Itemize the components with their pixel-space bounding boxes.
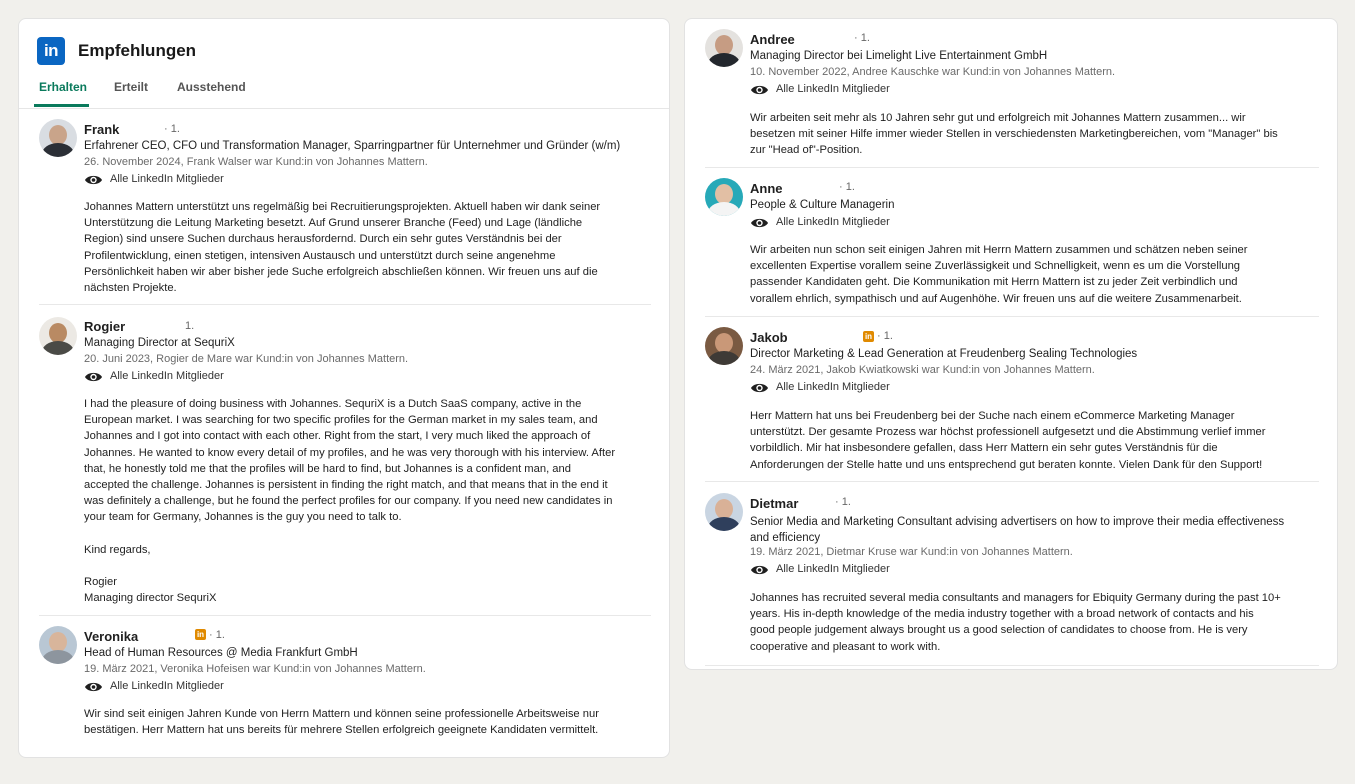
recommendation-text: Wir arbeiten seit mehr als 10 Jahren seh… [750, 112, 1278, 157]
visibility-label: Alle LinkedIn Mitglieder [110, 370, 224, 382]
recommendation-meta: 19. März 2021, Veronika Hofeisen war Kun… [84, 663, 426, 675]
recommender-headline: Erfahrener CEO, CFO und Transformation M… [84, 140, 621, 152]
avatar[interactable] [705, 178, 743, 216]
recommendation-meta: 19. März 2021, Dietmar Kruse war Kund:in… [750, 546, 1073, 558]
visibility-row[interactable]: Alle LinkedIn Mitglieder [750, 381, 950, 395]
visibility-label: Alle LinkedIn Mitglieder [776, 563, 890, 575]
active-tab-indicator [34, 104, 89, 107]
recommender-name[interactable]: Andree [750, 32, 795, 47]
eye-icon [751, 565, 768, 575]
recommendation-meta: 24. März 2021, Jakob Kwiatkowski war Kun… [750, 364, 1095, 376]
recommender-name[interactable]: Rogier [84, 319, 125, 334]
recommender-headline: Senior Media and Marketing Consultant ad… [750, 516, 1285, 544]
visibility-label: Alle LinkedIn Mitglieder [776, 216, 890, 228]
divider [705, 665, 1319, 666]
eye-icon [85, 682, 102, 692]
tab-pending[interactable]: Ausstehend [177, 80, 246, 94]
visibility-row[interactable]: Alle LinkedIn Mitglieder [84, 173, 284, 187]
recommendations-card-right: Andree · 1. Managing Director bei Limeli… [684, 18, 1338, 670]
visibility-row[interactable]: Alle LinkedIn Mitglieder [750, 83, 950, 97]
avatar[interactable] [705, 493, 743, 531]
avatar[interactable] [39, 626, 77, 664]
eye-icon [751, 85, 768, 95]
recommender-headline: People & Culture Managerin [750, 199, 895, 211]
recommender-headline: Managing Director bei Limelight Live Ent… [750, 50, 1048, 62]
eye-icon [85, 372, 102, 382]
visibility-label: Alle LinkedIn Mitglieder [776, 381, 890, 393]
visibility-label: Alle LinkedIn Mitglieder [110, 173, 224, 185]
linkedin-badge-icon: in [863, 331, 874, 342]
visibility-row[interactable]: Alle LinkedIn Mitglieder [750, 216, 950, 230]
eye-icon [85, 175, 102, 185]
recommender-headline: Managing Director at SequriX [84, 337, 235, 349]
tab-received[interactable]: Erhalten [39, 80, 87, 94]
connection-degree: · 1. [854, 32, 870, 44]
recommender-name[interactable]: Jakob [750, 330, 788, 345]
connection-degree: · 1. [164, 123, 180, 135]
visibility-row[interactable]: Alle LinkedIn Mitglieder [84, 370, 284, 384]
divider [705, 316, 1319, 317]
connection-degree: · 1. [209, 629, 225, 641]
recommender-name[interactable]: Anne [750, 181, 783, 196]
avatar[interactable] [705, 327, 743, 365]
eye-icon [751, 218, 768, 228]
recommendation-text: Wir arbeiten nun schon seit einigen Jahr… [750, 244, 1248, 305]
recommendation-meta: 20. Juni 2023, Rogier de Mare war Kund:i… [84, 353, 409, 365]
recommender-name[interactable]: Frank [84, 122, 119, 137]
avatar[interactable] [39, 317, 77, 355]
connection-degree: 1. [185, 320, 195, 332]
divider [705, 167, 1319, 168]
connection-degree: · 1. [835, 496, 851, 508]
divider [39, 304, 651, 305]
divider [705, 481, 1319, 482]
visibility-row[interactable]: Alle LinkedIn Mitglieder [84, 680, 284, 694]
visibility-row[interactable]: Alle LinkedIn Mitglieder [750, 563, 950, 577]
recommendation-text: Johannes has recruited several media con… [750, 592, 1281, 653]
linkedin-badge-icon: in [195, 629, 206, 640]
recommender-name[interactable]: Veronika [84, 629, 138, 644]
recommender-name[interactable]: Dietmar [750, 496, 798, 511]
recommendation-text: Herr Mattern hat uns bei Freudenberg bei… [750, 410, 1266, 471]
connection-degree: · 1. [877, 330, 893, 342]
linkedin-logo-icon: in [37, 37, 65, 65]
recommender-headline: Director Marketing & Lead Generation at … [750, 348, 1138, 360]
recommendations-card-left: in Empfehlungen Erhalten Erteilt Aussteh… [18, 18, 670, 758]
recommendations-header: in Empfehlungen Erhalten Erteilt Aussteh… [19, 19, 669, 109]
page-title: Empfehlungen [78, 41, 197, 60]
recommendation-text: Wir sind seit einigen Jahren Kunde von H… [84, 708, 599, 737]
eye-icon [751, 383, 768, 393]
recommendation-meta: 10. November 2022, Andree Kauschke war K… [750, 66, 1116, 78]
connection-degree: · 1. [839, 181, 855, 193]
recommender-headline: Head of Human Resources @ Media Frankfur… [84, 647, 358, 659]
avatar[interactable] [705, 29, 743, 67]
recommendation-text: I had the pleasure of doing business wit… [84, 398, 616, 605]
recommendation-meta: 26. November 2024, Frank Walser war Kund… [84, 156, 428, 168]
visibility-label: Alle LinkedIn Mitglieder [776, 83, 890, 95]
tab-given[interactable]: Erteilt [114, 80, 148, 94]
divider [39, 615, 651, 616]
avatar[interactable] [39, 119, 77, 157]
visibility-label: Alle LinkedIn Mitglieder [110, 680, 224, 692]
recommendation-text: Johannes Mattern unterstützt uns regelmä… [84, 201, 601, 295]
